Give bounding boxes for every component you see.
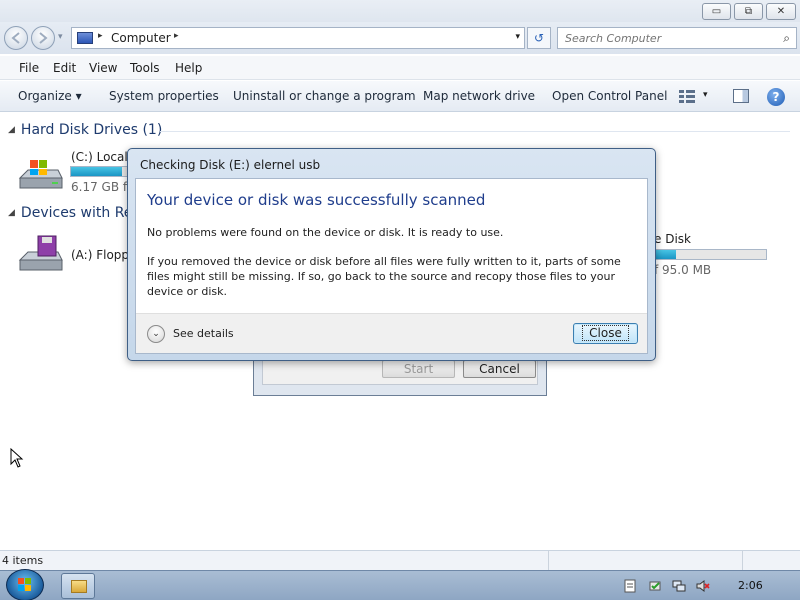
search-input[interactable]	[558, 28, 768, 48]
start-button[interactable]	[6, 569, 44, 600]
back-arrow-icon	[11, 32, 20, 44]
removable-disk-capacity-bar	[652, 249, 767, 260]
search-icon[interactable]: ⌕	[783, 31, 790, 46]
clock[interactable]: 2:06	[738, 579, 763, 592]
folder-icon	[71, 580, 87, 593]
scan-result-dialog: Checking Disk (E:) elernel usb Your devi…	[127, 148, 656, 361]
command-bar: Organize ▾ System properties Uninstall o…	[0, 81, 800, 112]
close-button-label: Close	[582, 325, 629, 341]
computer-icon	[77, 32, 93, 44]
status-divider	[548, 551, 549, 571]
menu-help[interactable]: Help	[175, 61, 202, 75]
minimize-button[interactable]: ▭	[702, 3, 731, 20]
close-window-button[interactable]: ✕	[766, 3, 796, 20]
network-icon[interactable]	[672, 579, 686, 593]
item-count: 4 items	[2, 554, 44, 567]
cancel-button[interactable]: Cancel	[463, 360, 536, 378]
menu-tools[interactable]: Tools	[130, 61, 160, 75]
group-header-hard-disk-drives[interactable]: ◢ Hard Disk Drives (1)	[8, 122, 162, 138]
dialog-warning-message: If you removed the device or disk before…	[147, 255, 621, 298]
map-network-drive-button[interactable]: Map network drive	[423, 89, 535, 103]
close-button[interactable]: Close	[573, 323, 638, 344]
group-divider	[160, 131, 790, 132]
search-box[interactable]: ⌕	[557, 27, 797, 49]
uninstall-program-button[interactable]: Uninstall or change a program	[233, 89, 416, 103]
capacity-fill	[653, 250, 676, 259]
group-title: Devices with Re	[20, 205, 133, 221]
expand-details-icon[interactable]: ⌄	[147, 325, 165, 343]
removable-disk-size: f 95.0 MB	[654, 263, 712, 277]
mouse-cursor-icon	[10, 448, 24, 468]
breadcrumb-separator[interactable]: ▸	[98, 31, 103, 41]
help-icon[interactable]: ?	[767, 88, 785, 106]
windows-logo-icon	[18, 578, 31, 591]
dialog-heading: Your device or disk was successfully sca…	[147, 191, 486, 209]
recent-pages-dropdown[interactable]: ▾	[58, 32, 63, 42]
action-center-icon[interactable]	[648, 579, 662, 593]
system-properties-button[interactable]: System properties	[109, 89, 219, 103]
removable-disk-label[interactable]: e Disk	[654, 232, 691, 246]
document-tray-icon[interactable]	[623, 579, 637, 593]
status-bar: 4 items	[0, 550, 800, 571]
back-button[interactable]	[4, 26, 28, 50]
dialog-body: Your device or disk was successfully sca…	[135, 178, 648, 354]
address-row: ▾ ▸ Computer ▸ ▾ ↺ ⌕	[0, 22, 800, 54]
menu-view[interactable]: View	[89, 61, 117, 75]
dialog-footer: ⌄ See details Close	[136, 313, 647, 353]
collapse-triangle-icon[interactable]: ◢	[8, 125, 15, 135]
menu-file[interactable]: File	[19, 61, 39, 75]
forward-button[interactable]	[31, 26, 55, 50]
group-title: Hard Disk Drives (1)	[20, 122, 163, 138]
window-titlebar: ▭ ⧉ ✕	[0, 0, 800, 22]
menu-edit[interactable]: Edit	[53, 61, 76, 75]
dialog-message: No problems were found on the device or …	[147, 226, 504, 239]
address-dropdown[interactable]: ▾	[515, 32, 520, 42]
forward-arrow-icon	[39, 32, 48, 44]
refresh-button[interactable]: ↺	[527, 27, 551, 49]
local-disk-icon[interactable]	[16, 156, 66, 192]
maximize-button[interactable]: ⧉	[734, 3, 763, 20]
organize-button[interactable]: Organize ▾	[18, 89, 82, 103]
floppy-drive-icon[interactable]	[16, 234, 66, 274]
group-header-removable-devices[interactable]: ◢ Devices with Re	[8, 205, 132, 221]
menu-bar: File Edit View Tools Help	[0, 56, 800, 80]
start-button[interactable]: Start	[382, 360, 455, 378]
local-disk-capacity-bar	[70, 166, 132, 177]
dialog-title: Checking Disk (E:) elernel usb	[140, 158, 321, 172]
preview-pane-icon[interactable]	[733, 89, 749, 103]
see-details-link[interactable]: See details	[173, 327, 234, 340]
view-options-dropdown[interactable]: ▾	[703, 90, 708, 100]
volume-muted-icon[interactable]	[696, 579, 710, 593]
open-control-panel-button[interactable]: Open Control Panel	[552, 89, 667, 103]
breadcrumb-separator[interactable]: ▸	[174, 31, 179, 41]
address-bar[interactable]: ▸ Computer ▸ ▾	[71, 27, 525, 49]
collapse-triangle-icon[interactable]: ◢	[8, 208, 15, 218]
change-view-icon[interactable]	[679, 89, 695, 103]
taskbar: 2:06	[0, 569, 800, 600]
capacity-fill	[71, 167, 122, 176]
breadcrumb-computer[interactable]: Computer	[111, 31, 171, 45]
taskbar-explorer-button[interactable]	[61, 573, 95, 599]
status-divider	[742, 551, 743, 571]
